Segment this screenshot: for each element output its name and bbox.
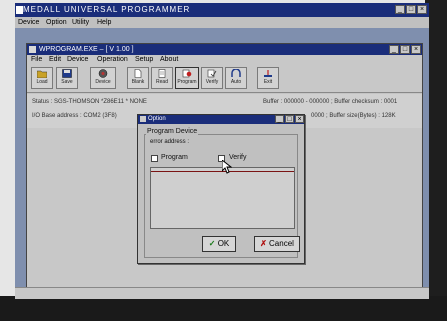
status-line-1-right: Buffer : 000000 - 000000 ; Buffer checks… (263, 99, 398, 105)
menu-operation[interactable]: Operation (97, 55, 128, 65)
program-checkbox-label: Program (161, 154, 188, 161)
verify-button[interactable]: Verify (201, 67, 223, 89)
menu-utility[interactable]: Utility (72, 17, 89, 28)
auto-icon (231, 69, 241, 77)
mouse-cursor-icon (222, 160, 232, 174)
dialog-system-icon[interactable] (140, 116, 146, 122)
menu-device[interactable]: Device (18, 17, 39, 28)
outer-menubar: Device Option Utility Help (15, 17, 429, 28)
cancel-button[interactable]: ✗ Cancel (254, 236, 300, 252)
ok-button[interactable]: ✓ OK (202, 236, 236, 252)
inner-menubar: File Edit Device Operation Setup About (27, 55, 422, 65)
exit-label: Exit (263, 79, 273, 85)
read-icon (158, 69, 166, 78)
menu-inner-device[interactable]: Device (67, 55, 88, 65)
program-button[interactable]: Program (175, 67, 199, 89)
error-address-list[interactable] (150, 167, 295, 229)
dialog-close-button[interactable]: × (295, 115, 304, 123)
menu-edit[interactable]: Edit (49, 55, 61, 65)
minimize-button[interactable]: _ (395, 5, 405, 14)
inner-window-title: WPROGRAM.EXE – [ V 1.00 ] (39, 46, 134, 53)
chip-icon (98, 69, 108, 78)
load-button[interactable]: Load (31, 67, 53, 89)
device-button[interactable]: Device (90, 67, 116, 89)
system-menu-icon[interactable] (16, 6, 23, 14)
save-button[interactable]: Save (56, 67, 78, 89)
save-label: Save (61, 79, 73, 85)
checkmark-icon: ✓ (208, 239, 216, 248)
monitor-bezel-bottom (0, 296, 447, 321)
option-dialog-titlebar: Option _ □ × (138, 115, 304, 124)
verify-label: Verify (205, 79, 219, 85)
cancel-label: Cancel (269, 239, 294, 248)
blank-button[interactable]: Blank (127, 67, 149, 89)
auto-label: Auto (230, 79, 242, 85)
inner-minimize-button[interactable]: _ (389, 45, 399, 54)
dialog-minimize-button[interactable]: _ (275, 115, 284, 123)
close-button[interactable]: × (417, 5, 427, 14)
program-checkbox[interactable] (151, 155, 158, 162)
error-address-label: error address : (150, 139, 190, 145)
status-line-1: Status : SGS-THOMSON *Z86E11 * NONE (32, 99, 147, 105)
device-label: Device (95, 79, 111, 85)
load-label: Load (36, 79, 48, 85)
bottom-status-strip (15, 287, 429, 299)
auto-button[interactable]: Auto (225, 67, 247, 89)
toolbar: Load Save Device Blank Read Program Veri… (27, 65, 422, 93)
exit-icon (264, 70, 272, 77)
program-device-label: Program Device (146, 128, 199, 135)
menu-file[interactable]: File (31, 55, 42, 65)
program-icon (182, 69, 192, 78)
status-line-2: I/O Base address : COM2 (3F8) (32, 113, 117, 119)
outer-window-title: MEDALL UNIVERSAL PROGRAMMER (23, 5, 191, 14)
dialog-maximize-button[interactable]: □ (285, 115, 294, 123)
option-dialog: Option _ □ × Program Device error addres… (137, 114, 305, 264)
read-button[interactable]: Read (151, 67, 173, 89)
folder-icon (37, 70, 47, 78)
menu-about[interactable]: About (160, 55, 178, 65)
blank-label: Blank (131, 79, 145, 85)
status-line-2-right: 0000 ; Buffer size(Bytes) : 128K (311, 113, 396, 119)
inner-titlebar: WPROGRAM.EXE – [ V 1.00 ] _ □ × (27, 44, 422, 55)
outer-titlebar: MEDALL UNIVERSAL PROGRAMMER _ □ × (15, 3, 429, 17)
verify-icon (207, 69, 217, 78)
maximize-button[interactable]: □ (406, 5, 416, 14)
program-label: Program (177, 79, 197, 85)
inner-system-icon[interactable] (29, 46, 36, 53)
ok-label: OK (217, 239, 230, 248)
read-label: Read (156, 79, 168, 85)
menu-option[interactable]: Option (46, 17, 67, 28)
cancel-x-icon: ✗ (260, 239, 267, 248)
option-dialog-title: Option (148, 116, 166, 122)
menu-help[interactable]: Help (97, 17, 111, 28)
inner-maximize-button[interactable]: □ (400, 45, 410, 54)
exit-button[interactable]: Exit (257, 67, 279, 89)
inner-close-button[interactable]: × (411, 45, 421, 54)
page-icon (134, 69, 142, 78)
disk-icon (62, 69, 72, 78)
menu-setup[interactable]: Setup (135, 55, 153, 65)
